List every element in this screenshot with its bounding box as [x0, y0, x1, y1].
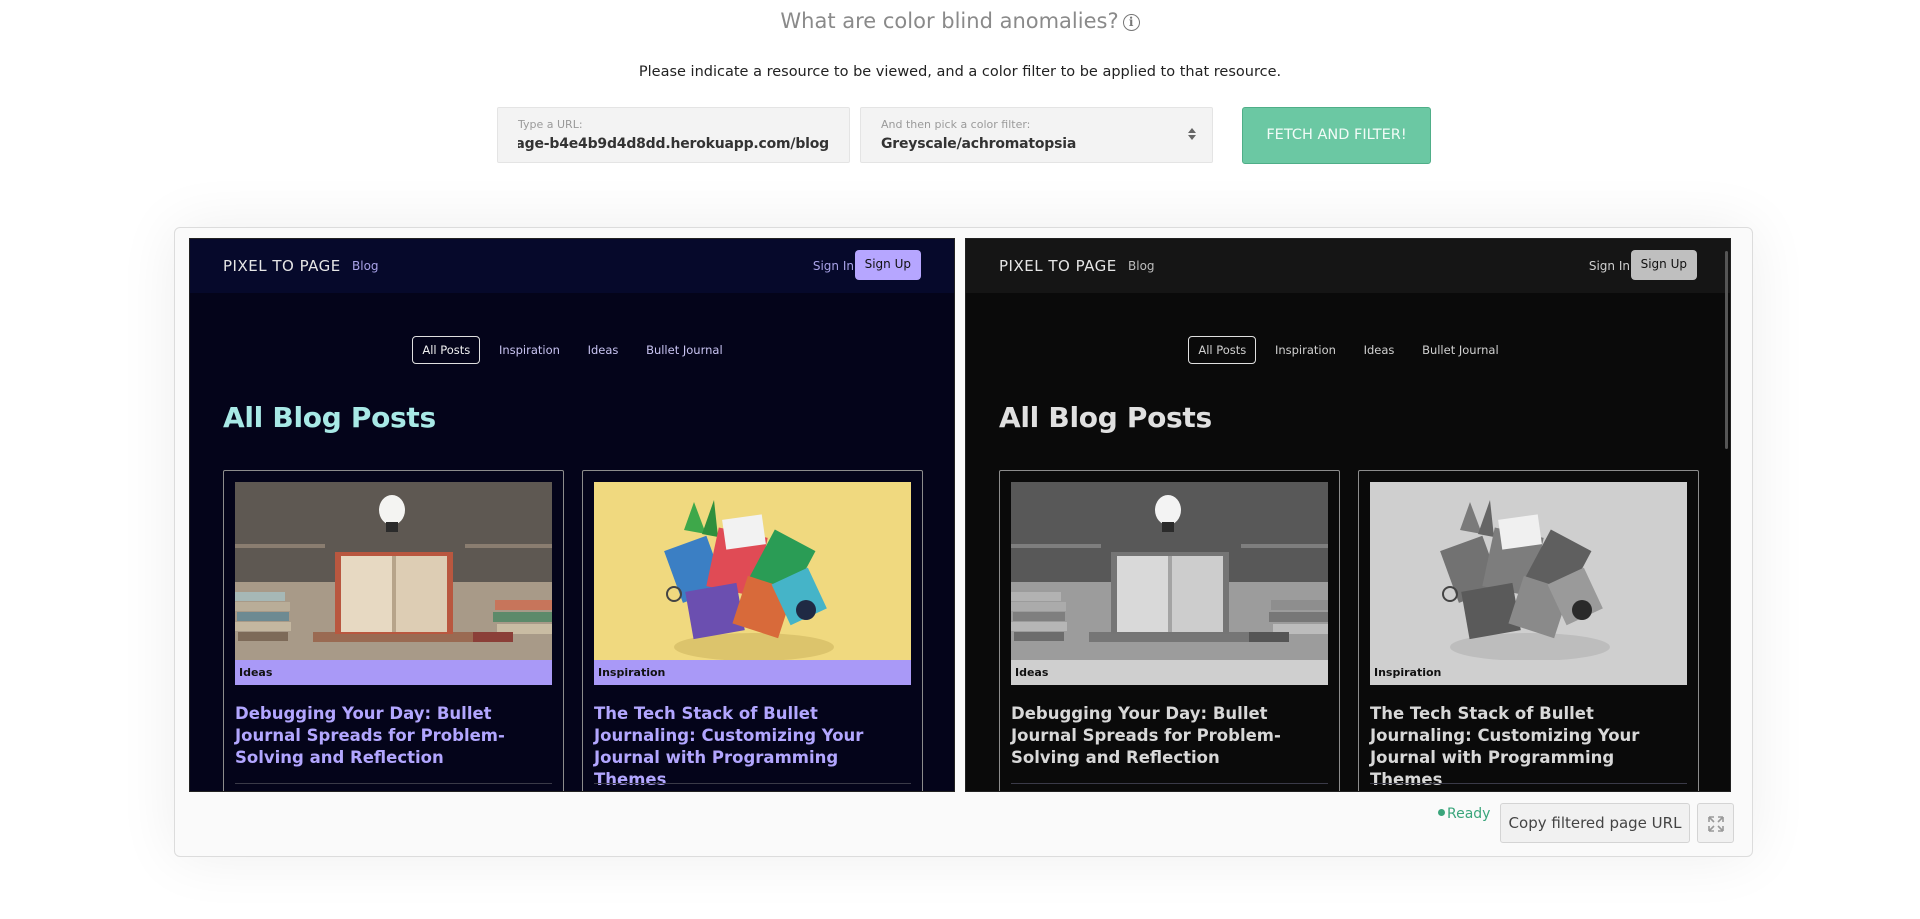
url-field[interactable]: Type a URL: pixel-to-page-b4e4b9d4d8dd.h…: [497, 107, 850, 163]
card-title[interactable]: Debugging Your Day: Bullet Journal Sprea…: [235, 703, 555, 769]
tab-bullet-journal[interactable]: Bullet Journal: [637, 337, 732, 363]
color-filter-select[interactable]: And then pick a color filter: Greyscale/…: [860, 107, 1213, 163]
original-frame[interactable]: PIXEL TO PAGE Blog Sign In Sign Up All P…: [189, 238, 955, 792]
sign-in-link[interactable]: Sign In: [1589, 259, 1630, 273]
card-image[interactable]: [1370, 482, 1687, 660]
tab-inspiration[interactable]: Inspiration: [490, 337, 569, 363]
filter-label: And then pick a color filter:: [881, 118, 1031, 131]
info-icon[interactable]: i: [1122, 14, 1140, 31]
card-divider: [235, 783, 552, 784]
expand-button[interactable]: [1697, 803, 1734, 843]
frame-scrollbar[interactable]: [1725, 251, 1728, 449]
tab-all-posts[interactable]: All Posts: [1188, 336, 1257, 364]
card-image[interactable]: [594, 482, 911, 660]
card-category-badge[interactable]: Inspiration: [594, 660, 911, 685]
card-divider: [594, 783, 911, 784]
nav-blog-link[interactable]: Blog: [1128, 259, 1155, 273]
sign-up-button[interactable]: Sign Up: [1630, 250, 1697, 280]
card-category-badge[interactable]: Ideas: [235, 660, 552, 685]
filter-value: Greyscale/achromatopsia: [881, 136, 1077, 152]
question-text: What are color blind anomalies?: [780, 9, 1119, 33]
tab-bullet-journal[interactable]: Bullet Journal: [1413, 337, 1508, 363]
tab-inspiration[interactable]: Inspiration: [1266, 337, 1345, 363]
page-heading: All Blog Posts: [223, 401, 436, 434]
fetch-and-filter-button[interactable]: FETCH AND FILTER!: [1242, 107, 1431, 164]
url-input[interactable]: pixel-to-page-b4e4b9d4d8dd.herokuapp.com…: [518, 136, 829, 152]
sign-up-button[interactable]: Sign Up: [854, 250, 921, 280]
sign-in-link[interactable]: Sign In: [813, 259, 854, 273]
copy-filtered-url-button[interactable]: Copy filtered page URL: [1500, 803, 1690, 843]
card-category-badge[interactable]: Inspiration: [1370, 660, 1687, 685]
card-title[interactable]: The Tech Stack of Bullet Journaling: Cus…: [594, 703, 914, 791]
category-tabs: All Posts Inspiration Ideas Bullet Journ…: [190, 336, 954, 364]
status-dot-icon: [1438, 809, 1445, 816]
filtered-frame[interactable]: PIXEL TO PAGE Blog Sign In Sign Up All P…: [965, 238, 1731, 792]
blog-card[interactable]: Inspiration The Tech Stack of Bullet Jou…: [582, 470, 923, 791]
card-category-badge[interactable]: Ideas: [1011, 660, 1328, 685]
blog-card[interactable]: Ideas Debugging Your Day: Bullet Journal…: [223, 470, 564, 791]
card-image[interactable]: [235, 482, 552, 660]
card-title[interactable]: Debugging Your Day: Bullet Journal Sprea…: [1011, 703, 1331, 769]
card-image[interactable]: [1011, 482, 1328, 660]
page-heading: All Blog Posts: [999, 401, 1212, 434]
status-text: Ready: [1447, 806, 1491, 822]
tab-all-posts[interactable]: All Posts: [412, 336, 481, 364]
expand-icon: [1708, 816, 1724, 832]
category-tabs: All Posts Inspiration Ideas Bullet Journ…: [966, 336, 1730, 364]
color-blind-question[interactable]: What are color blind anomalies? i: [0, 9, 1920, 33]
tab-ideas[interactable]: Ideas: [579, 337, 628, 363]
card-divider: [1370, 783, 1687, 784]
status-indicator: Ready: [1438, 806, 1490, 822]
nav-blog-link[interactable]: Blog: [352, 259, 379, 273]
site-header: PIXEL TO PAGE Blog Sign In Sign Up: [190, 239, 954, 293]
site-brand[interactable]: PIXEL TO PAGE: [223, 257, 341, 275]
tab-ideas[interactable]: Ideas: [1355, 337, 1404, 363]
instructions-text: Please indicate a resource to be viewed,…: [638, 64, 1282, 80]
url-value: pixel-to-page-b4e4b9d4d8dd.herokuapp.com…: [518, 136, 829, 152]
card-divider: [1011, 783, 1328, 784]
preview-panel: PIXEL TO PAGE Blog Sign In Sign Up All P…: [174, 227, 1753, 857]
url-label: Type a URL:: [518, 118, 583, 131]
blog-card[interactable]: Inspiration The Tech Stack of Bullet Jou…: [1358, 470, 1699, 791]
site-brand[interactable]: PIXEL TO PAGE: [999, 257, 1117, 275]
select-arrows-icon: [1188, 128, 1196, 140]
site-header: PIXEL TO PAGE Blog Sign In Sign Up: [966, 239, 1730, 293]
card-title[interactable]: The Tech Stack of Bullet Journaling: Cus…: [1370, 703, 1690, 791]
blog-card[interactable]: Ideas Debugging Your Day: Bullet Journal…: [999, 470, 1340, 791]
